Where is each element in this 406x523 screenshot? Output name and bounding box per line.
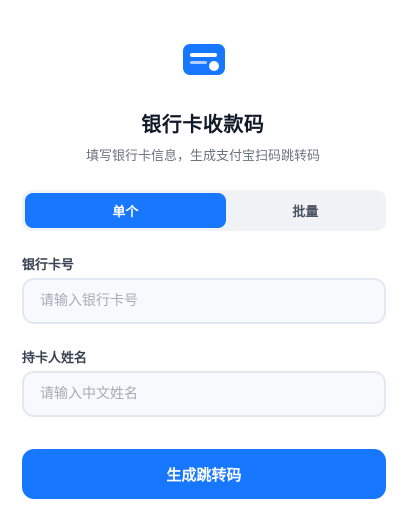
card-icon-stripe (190, 53, 217, 57)
card-number-input[interactable] (22, 278, 386, 324)
tab-single[interactable]: 单个 (25, 193, 226, 228)
card-icon-dot (209, 61, 219, 71)
page-subtitle: 填写银行卡信息，生成支付宝扫码跳转码 (85, 149, 320, 164)
tab-batch[interactable]: 批量 (228, 193, 383, 228)
holder-name-label: 持卡人姓名 (22, 351, 88, 366)
card-number-label: 银行卡号 (22, 258, 75, 273)
page-title: 银行卡收款码 (141, 112, 265, 136)
card-icon-line (190, 61, 207, 64)
card-icon (183, 44, 225, 75)
mode-tabs: 单个 批量 (22, 190, 386, 231)
holder-name-input[interactable] (22, 371, 386, 417)
generate-button[interactable]: 生成跳转码 (22, 449, 386, 499)
